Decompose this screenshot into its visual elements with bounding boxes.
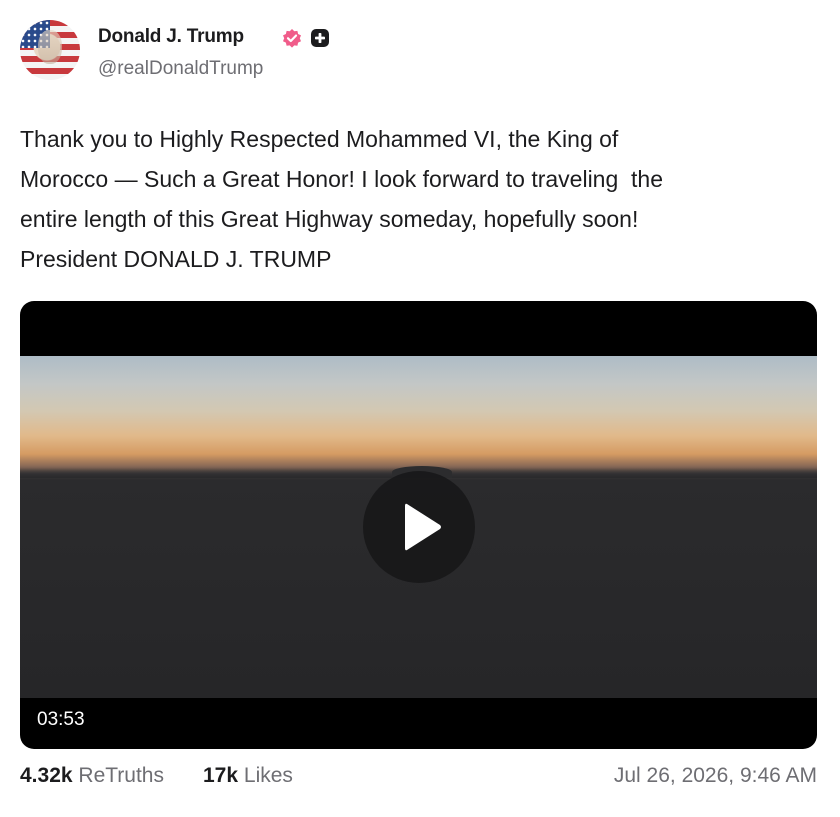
play-icon	[405, 503, 441, 551]
post-text: Thank you to Highly Respected Mohammed V…	[20, 126, 664, 272]
retruths-count[interactable]: 4.32k ReTruths	[20, 764, 164, 788]
video-player[interactable]: 03:53	[20, 301, 817, 749]
author-handle[interactable]: @realDonaldTrump	[98, 58, 263, 80]
retruths-label: ReTruths	[78, 764, 164, 787]
post-stats: 4.32k ReTruths 17k Likes Jul 26, 2026, 9…	[20, 764, 820, 794]
post-timestamp[interactable]: Jul 26, 2026, 9:46 AM	[614, 764, 817, 788]
retruths-number: 4.32k	[20, 764, 73, 787]
verified-badge-icon	[282, 28, 302, 48]
likes-label: Likes	[243, 764, 293, 787]
likes-count[interactable]: 17k Likes	[203, 764, 293, 788]
play-button[interactable]	[363, 471, 475, 583]
author-name[interactable]: Donald J. Trump	[98, 26, 244, 48]
avatar[interactable]	[20, 20, 80, 80]
video-duration: 03:53	[37, 709, 85, 730]
plus-badge-icon	[310, 28, 330, 48]
post-header: Donald J. Trump @realDonaldTrump	[20, 20, 820, 82]
likes-number: 17k	[203, 764, 239, 787]
